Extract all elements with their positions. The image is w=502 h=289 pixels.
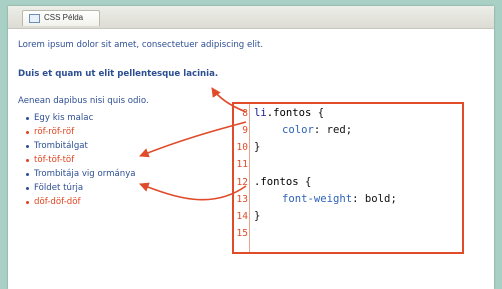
arrow-to-heading <box>211 87 247 113</box>
annotation-arrows <box>139 87 247 201</box>
arrow-to-item-rof <box>139 121 247 158</box>
arrow-to-item-tof <box>139 182 247 201</box>
